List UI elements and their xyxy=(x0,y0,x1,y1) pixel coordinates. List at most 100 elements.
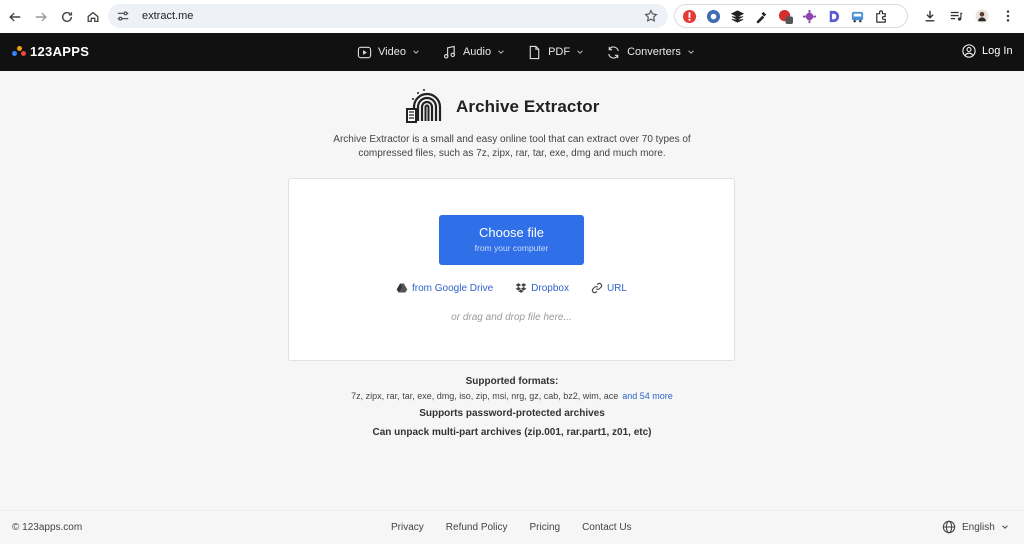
menu-item-video[interactable]: Video xyxy=(357,45,420,60)
forward-button[interactable] xyxy=(28,4,54,30)
footer-link-privacy[interactable]: Privacy xyxy=(391,522,424,533)
site-footer: © 123apps.com Privacy Refund Policy Pric… xyxy=(0,510,1024,544)
eyedropper-icon xyxy=(756,11,766,23)
play-icon xyxy=(357,46,372,58)
site-settings-icon[interactable] xyxy=(116,9,130,23)
home-button[interactable] xyxy=(80,4,106,30)
menu-item-converters[interactable]: Converters xyxy=(606,45,695,60)
document-icon xyxy=(529,45,540,59)
chevron-down-icon xyxy=(1002,525,1008,529)
more-vertical-icon xyxy=(1006,10,1010,22)
drag-drop-hint: or drag and drop file here... xyxy=(451,312,572,323)
extension-adblock[interactable] xyxy=(681,8,697,24)
language-selector[interactable]: English xyxy=(942,520,1009,534)
stop-sign-icon xyxy=(682,9,696,23)
chevron-down-icon xyxy=(498,50,504,54)
footer-links: Privacy Refund Policy Pricing Contact Us xyxy=(391,522,632,533)
source-label: from Google Drive xyxy=(412,282,494,294)
arrow-left-icon xyxy=(9,12,21,21)
archive-extractor-logo-icon xyxy=(406,89,442,123)
supported-formats: Supported formats: 7z, zipx, rar, tar, e… xyxy=(312,376,712,401)
link-icon xyxy=(591,282,603,294)
supported-formats-list: 7z, zipx, rar, tar, exe, dmg, iso, zip, … xyxy=(312,391,712,401)
source-dropbox[interactable]: Dropbox xyxy=(515,282,569,294)
footer-link-refund-policy[interactable]: Refund Policy xyxy=(446,522,508,533)
source-url[interactable]: URL xyxy=(591,282,627,294)
chevron-down-icon xyxy=(688,50,694,54)
source-label: Dropbox xyxy=(531,282,569,294)
puzzle-icon xyxy=(875,9,886,23)
extension-red-badge[interactable] xyxy=(777,8,793,24)
upload-dropzone[interactable]: Choose file from your computer from Goog… xyxy=(288,178,735,361)
chevron-down-icon xyxy=(413,50,419,54)
media-button[interactable] xyxy=(948,6,964,26)
extension-layers[interactable] xyxy=(729,8,745,24)
reload-button[interactable] xyxy=(54,4,80,30)
extension-bus[interactable] xyxy=(849,8,865,24)
gear-badge-icon xyxy=(706,9,720,23)
logo-dots-icon xyxy=(12,45,26,58)
menu-item-audio[interactable]: Audio xyxy=(442,45,505,60)
menu-item-label: Video xyxy=(378,46,406,58)
supported-formats-heading: Supported formats: xyxy=(465,376,559,387)
bookmark-star-icon[interactable] xyxy=(644,9,658,23)
back-button[interactable] xyxy=(2,4,28,30)
feature-multipart: Can unpack multi-part archives (zip.001,… xyxy=(372,427,652,438)
chevron-down-icon xyxy=(577,50,583,54)
music-note-icon xyxy=(443,45,455,58)
avatar-icon xyxy=(975,9,989,23)
choose-file-button[interactable]: Choose file from your computer xyxy=(439,215,584,265)
download-icon xyxy=(925,10,935,22)
login-button[interactable]: Log In xyxy=(962,44,1013,58)
brand-name: 123APPS xyxy=(30,44,90,59)
arrow-right-icon xyxy=(35,12,47,21)
dropbox-icon xyxy=(515,283,527,293)
page-title: Archive Extractor xyxy=(456,97,600,116)
menu-item-label: PDF xyxy=(548,46,571,58)
feature-password: Supports password-protected archives xyxy=(419,408,605,419)
browser-toolbar: extract.me xyxy=(0,0,1024,33)
upload-sources: from Google Drive Dropbox URL xyxy=(396,282,627,294)
extension-purple[interactable] xyxy=(801,8,817,24)
address-bar[interactable]: extract.me xyxy=(108,4,668,28)
footer-link-pricing[interactable]: Pricing xyxy=(530,522,561,533)
extension-blue[interactable] xyxy=(705,8,721,24)
main-menu: Video Audio PDF Converters xyxy=(357,33,717,71)
source-label: URL xyxy=(606,282,627,294)
playlist-icon xyxy=(950,11,963,21)
menu-item-label: Audio xyxy=(462,46,492,58)
browser-menu-button[interactable] xyxy=(1000,6,1016,26)
home-icon xyxy=(87,11,99,22)
site-header: 123APPS Video Audio PDF Converters Log I… xyxy=(0,33,1024,71)
menu-item-label: Converters xyxy=(627,46,681,58)
login-label: Log In xyxy=(982,45,1013,57)
formats-text: 7z, zipx, rar, tar, exe, dmg, iso, zip, … xyxy=(351,391,619,401)
footer-link-contact-us[interactable]: Contact Us xyxy=(582,522,631,533)
convert-icon xyxy=(608,45,619,59)
user-circle-icon xyxy=(962,44,976,58)
extension-d[interactable] xyxy=(825,8,841,24)
extension-dropper[interactable] xyxy=(753,8,769,24)
notification-badge-icon xyxy=(778,9,793,24)
language-label: English xyxy=(962,521,995,533)
site-logo[interactable]: 123APPS xyxy=(12,44,89,59)
reload-icon xyxy=(61,11,73,22)
sparkle-icon xyxy=(802,9,816,23)
profile-avatar[interactable] xyxy=(974,6,990,26)
letter-d-icon xyxy=(829,10,839,22)
extensions-menu[interactable] xyxy=(873,8,889,24)
more-formats-link[interactable]: and 54 more xyxy=(622,391,673,401)
source-google-drive[interactable]: from Google Drive xyxy=(396,282,493,294)
menu-item-pdf[interactable]: PDF xyxy=(527,45,584,60)
downloads-button[interactable] xyxy=(922,6,938,26)
layers-icon xyxy=(730,9,744,23)
extensions-bar xyxy=(674,4,908,28)
choose-file-label: Choose file xyxy=(478,225,545,240)
url-text: extract.me xyxy=(142,10,194,22)
globe-icon xyxy=(942,520,956,534)
google-drive-icon xyxy=(396,283,408,293)
tool-description: Archive Extractor is a small and easy on… xyxy=(333,134,691,159)
copyright: © 123apps.com xyxy=(12,522,83,533)
choose-file-sublabel: from your computer xyxy=(474,243,549,253)
bus-icon xyxy=(851,11,863,22)
